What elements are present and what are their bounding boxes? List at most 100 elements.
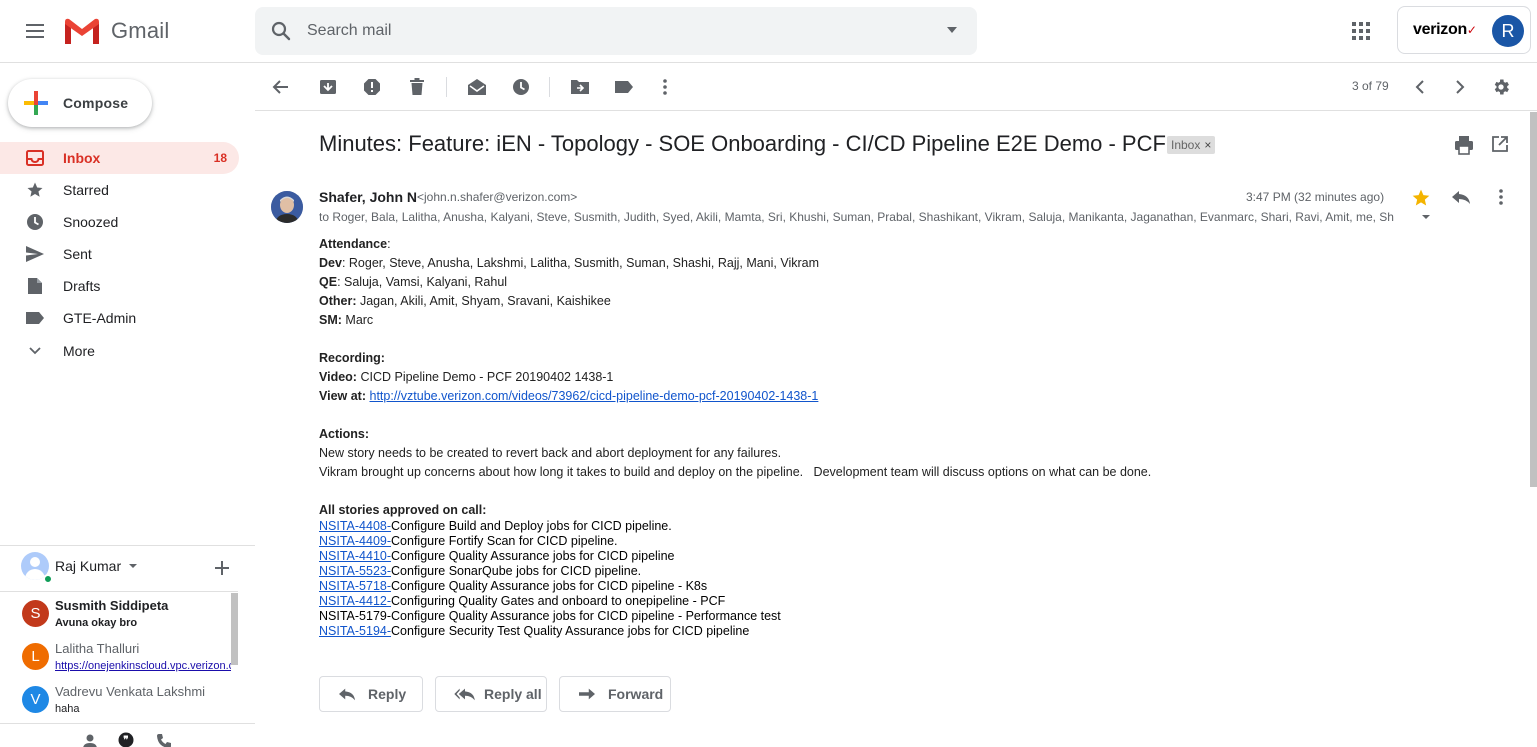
attendance-role: SM: <box>319 313 342 327</box>
sidebar-item-starred[interactable]: Starred <box>0 174 239 206</box>
story-link[interactable]: NSITA-4408- <box>319 519 391 533</box>
remove-label-close-icon[interactable]: × <box>1204 138 1211 152</box>
chat-item[interactable]: S Susmith Siddipeta Avuna okay bro <box>0 592 238 635</box>
reply-button[interactable]: Reply <box>319 676 423 712</box>
attendance-heading: Attendance <box>319 237 388 251</box>
reply-all-button[interactable]: Reply all <box>435 676 547 712</box>
story-line: NSITA-4408-Configure Build and Deploy jo… <box>319 519 781 534</box>
clock-icon <box>25 213 45 231</box>
sidebar-item-sent[interactable]: Sent <box>0 238 239 270</box>
delete-trash-icon[interactable] <box>405 75 429 99</box>
chat-last-message: Avuna okay bro <box>55 617 138 629</box>
search-icon[interactable] <box>269 19 293 43</box>
attendance-role: Other: <box>319 294 357 308</box>
stories-heading: All stories approved on call: <box>319 503 487 517</box>
message-timestamp: 3:47 PM (32 minutes ago) <box>1246 190 1385 204</box>
gmail-logo[interactable]: Gmail <box>63 16 169 46</box>
verizon-brand-logo: verizon✓ <box>1413 21 1477 38</box>
action-item: New story needs to be created to revert … <box>319 446 782 460</box>
forward-arrow-icon <box>579 688 595 700</box>
chat-item[interactable]: L Lalitha Thalluri https://onejenkinsclo… <box>0 635 238 678</box>
story-line: NSITA-5194-Configure Security Test Quali… <box>319 624 781 639</box>
story-text: Configure Security Test Quality Assuranc… <box>391 624 750 638</box>
sidebar-item-drafts[interactable]: Drafts <box>0 270 239 302</box>
back-arrow-icon[interactable] <box>269 75 293 99</box>
stories-list: NSITA-4408-Configure Build and Deploy jo… <box>319 519 781 639</box>
sender-name[interactable]: Shafer, John N <box>319 189 417 205</box>
attendance-line: SM: Marc <box>319 311 819 330</box>
sidebar-item-inbox[interactable]: Inbox 18 <box>0 142 239 174</box>
story-line: NSITA-5179-Configure Quality Assurance j… <box>319 609 781 624</box>
reply-icon[interactable] <box>1451 188 1471 209</box>
account-avatar[interactable]: R <box>1492 15 1524 47</box>
hangouts-chat-icon[interactable]: ❞ <box>117 732 135 747</box>
label-icon <box>25 309 45 327</box>
new-conversation-plus-icon[interactable] <box>214 560 230 576</box>
newer-chevron-left-icon[interactable] <box>1408 75 1432 99</box>
sidebar-item-label: Inbox <box>63 150 101 166</box>
main-menu-button[interactable] <box>19 15 51 47</box>
account-switcher[interactable]: verizon✓ R <box>1397 6 1531 54</box>
move-to-folder-icon[interactable] <box>568 75 592 99</box>
chat-contact-name: Susmith Siddipeta <box>55 598 169 613</box>
story-link[interactable]: NSITA-5194- <box>319 624 391 638</box>
show-details-caret-icon[interactable] <box>1422 215 1430 219</box>
settings-gear-icon[interactable] <box>1489 75 1513 99</box>
inbox-icon <box>25 149 45 167</box>
more-options-vertical-icon[interactable] <box>653 75 677 99</box>
attendance-names: Marc <box>345 313 374 327</box>
chat-contact-name: Vadrevu Venkata Lakshmi <box>55 684 206 699</box>
video-label: Video: <box>319 370 357 384</box>
avatar: L <box>22 643 49 670</box>
search-options-caret-icon[interactable] <box>947 27 957 33</box>
chat-last-message-link[interactable]: https://onejenkinscloud.vpc.verizon.com <box>55 660 231 672</box>
sidebar-item-more[interactable]: More <box>0 335 239 367</box>
draft-icon <box>25 277 45 295</box>
attendance-line: Other: Jagan, Akili, Amit, Shyam, Sravan… <box>319 292 819 311</box>
avatar: V <box>22 686 49 713</box>
story-link[interactable]: NSITA-4410- <box>319 549 391 563</box>
contacts-person-icon[interactable] <box>81 732 99 747</box>
forward-button-label: Forward <box>608 686 664 702</box>
sidebar-item-label: Sent <box>63 246 92 262</box>
open-in-new-window-icon[interactable] <box>1491 135 1509 156</box>
story-line: NSITA-4412-Configuring Quality Gates and… <box>319 594 781 609</box>
email-subject: Minutes: Feature: iEN - Topology - SOE O… <box>319 131 1166 156</box>
story-link[interactable]: NSITA-4409- <box>319 534 391 548</box>
sidebar-item-snoozed[interactable]: Snoozed <box>0 206 239 238</box>
older-chevron-right-icon[interactable] <box>1448 75 1472 99</box>
story-text: Configure Quality Assurance jobs for CIC… <box>391 609 781 623</box>
sender-avatar[interactable] <box>271 191 303 223</box>
search-input[interactable] <box>307 19 907 43</box>
hangouts-scrollbar[interactable] <box>231 593 238 665</box>
forward-button[interactable]: Forward <box>559 676 671 712</box>
apps-grid-icon[interactable] <box>1346 16 1376 46</box>
chat-item[interactable]: V Vadrevu Venkata Lakshmi haha <box>0 678 238 721</box>
hangouts-user-menu[interactable]: Raj Kumar <box>21 552 138 580</box>
story-link[interactable]: NSITA-5718- <box>319 579 391 593</box>
label-icon[interactable] <box>612 75 636 99</box>
mark-unread-icon[interactable] <box>465 75 489 99</box>
archive-icon[interactable] <box>316 75 340 99</box>
view-at-label: View at: <box>319 389 367 403</box>
message-scrollbar[interactable] <box>1530 112 1537 487</box>
recording-block: Recording: Video: CICD Pipeline Demo - P… <box>319 349 818 406</box>
print-icon[interactable] <box>1454 135 1474 158</box>
video-link[interactable]: http://vztube.verizon.com/videos/73962/c… <box>370 389 819 403</box>
sidebar-nav: Inbox 18 Starred Snoozed Sent Drafts GTE… <box>0 142 239 367</box>
actions-block: Actions: New story needs to be created t… <box>319 425 1151 482</box>
reply-all-icon <box>454 688 475 701</box>
avatar: S <box>22 600 49 627</box>
hangouts-tabs: ❞ <box>0 723 255 747</box>
gmail-logo-text: Gmail <box>111 18 170 43</box>
compose-button[interactable]: Compose <box>8 79 152 127</box>
sidebar-item-gte-admin[interactable]: GTE-Admin <box>0 302 239 334</box>
report-spam-icon[interactable] <box>360 75 384 99</box>
snooze-clock-icon[interactable] <box>509 75 533 99</box>
star-icon[interactable] <box>1411 188 1431 211</box>
phone-call-icon[interactable] <box>155 732 173 747</box>
hangouts-user-name: Raj Kumar <box>55 558 122 574</box>
story-link[interactable]: NSITA-5523- <box>319 564 391 578</box>
story-link[interactable]: NSITA-4412- <box>319 594 391 608</box>
message-more-vertical-icon[interactable] <box>1491 188 1511 209</box>
